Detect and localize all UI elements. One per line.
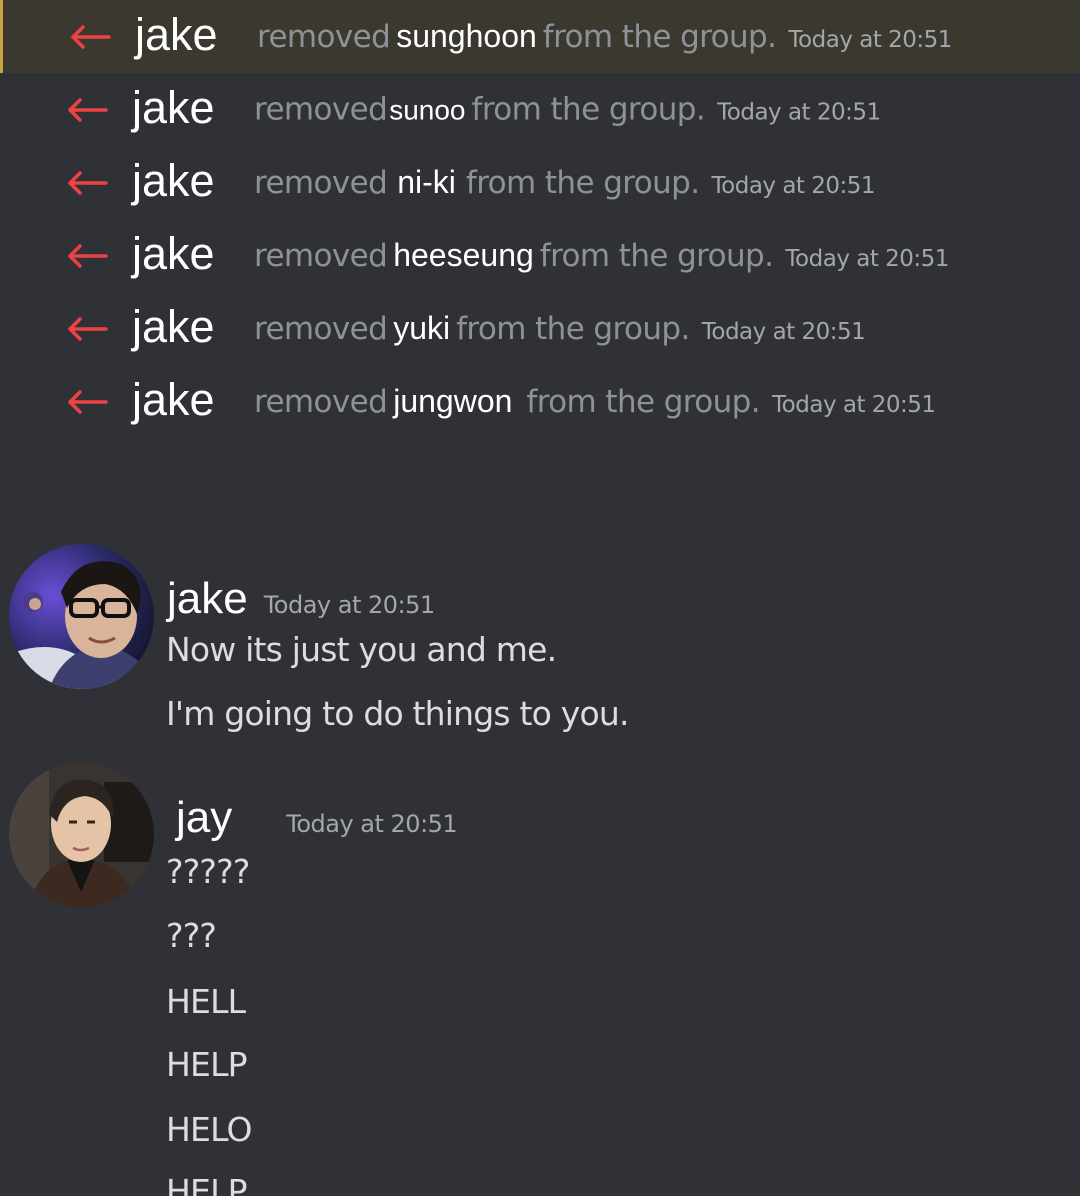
system-tail: from the group. bbox=[539, 237, 774, 274]
system-verb: removed bbox=[254, 237, 388, 274]
system-verb: removed bbox=[254, 90, 388, 127]
arrow-left-icon bbox=[66, 97, 110, 123]
system-timestamp: Today at 20:51 bbox=[788, 26, 952, 53]
system-actor-name[interactable]: jake bbox=[132, 303, 215, 348]
system-verb: removed bbox=[257, 18, 391, 55]
system-target-name[interactable]: sunoo bbox=[389, 94, 465, 126]
system-tail: from the group. bbox=[456, 310, 690, 347]
system-tail: from the group. bbox=[471, 90, 706, 127]
system-tail: from the group. bbox=[542, 18, 777, 55]
system-actor-name[interactable]: jake bbox=[135, 11, 218, 56]
arrow-left-icon bbox=[66, 170, 110, 196]
system-message-row[interactable]: jake removed sunghoon from the group. To… bbox=[0, 0, 1080, 73]
system-target-name[interactable]: ni-ki bbox=[397, 163, 456, 200]
system-actor-name[interactable]: jake bbox=[132, 84, 215, 129]
system-message-row[interactable]: jake removed heeseung from the group. To… bbox=[0, 219, 1080, 292]
message-timestamp: Today at 20:51 bbox=[286, 810, 458, 838]
message-author[interactable]: jake bbox=[167, 574, 248, 624]
system-target-name[interactable]: sunghoon bbox=[396, 17, 537, 54]
system-timestamp: Today at 20:51 bbox=[717, 98, 881, 125]
system-tail: from the group. bbox=[526, 383, 761, 420]
system-timestamp: Today at 20:51 bbox=[772, 391, 936, 418]
system-verb: removed bbox=[254, 164, 388, 201]
message-text: HELP bbox=[166, 1045, 248, 1084]
system-timestamp: Today at 20:51 bbox=[785, 245, 949, 272]
arrow-left-icon bbox=[66, 316, 110, 342]
arrow-left-icon bbox=[69, 24, 113, 50]
system-timestamp: Today at 20:51 bbox=[701, 318, 866, 345]
system-actor-name[interactable]: jake bbox=[132, 376, 215, 421]
avatar[interactable] bbox=[9, 544, 154, 689]
message-text: HELL bbox=[166, 982, 246, 1021]
message-text: I'm going to do things to you. bbox=[166, 694, 629, 733]
message-text: ??? bbox=[166, 916, 217, 955]
system-actor-name[interactable]: jake bbox=[132, 157, 215, 202]
system-timestamp: Today at 20:51 bbox=[711, 172, 876, 199]
system-message-list: jake removed sunghoon from the group. To… bbox=[0, 0, 1080, 438]
message-text: HELO bbox=[166, 1110, 252, 1149]
system-target-name[interactable]: yuki bbox=[393, 309, 450, 346]
system-tail: from the group. bbox=[465, 164, 700, 201]
system-verb: removed bbox=[254, 383, 388, 420]
system-message-row[interactable]: jake removed jungwon from the group. Tod… bbox=[0, 365, 1080, 438]
system-message-row[interactable]: jake removed yuki from the group. Today … bbox=[0, 292, 1080, 365]
system-target-name[interactable]: heeseung bbox=[393, 236, 534, 273]
message-author[interactable]: jay bbox=[176, 793, 232, 843]
message-timestamp: Today at 20:51 bbox=[263, 591, 435, 619]
message-text: ????? bbox=[166, 852, 250, 891]
system-verb: removed bbox=[254, 310, 388, 347]
avatar[interactable] bbox=[9, 762, 154, 907]
system-actor-name[interactable]: jake bbox=[132, 230, 215, 275]
message-text: Now its just you and me. bbox=[166, 630, 557, 669]
system-target-name[interactable]: jungwon bbox=[393, 382, 512, 419]
system-message-row[interactable]: jake removed sunoo from the group. Today… bbox=[0, 73, 1080, 146]
chat-view: jake removed sunghoon from the group. To… bbox=[0, 0, 1080, 1196]
arrow-left-icon bbox=[66, 389, 110, 415]
message-text: HELP bbox=[166, 1172, 248, 1196]
arrow-left-icon bbox=[66, 243, 110, 269]
system-message-row[interactable]: jake removed ni-ki from the group. Today… bbox=[0, 146, 1080, 219]
